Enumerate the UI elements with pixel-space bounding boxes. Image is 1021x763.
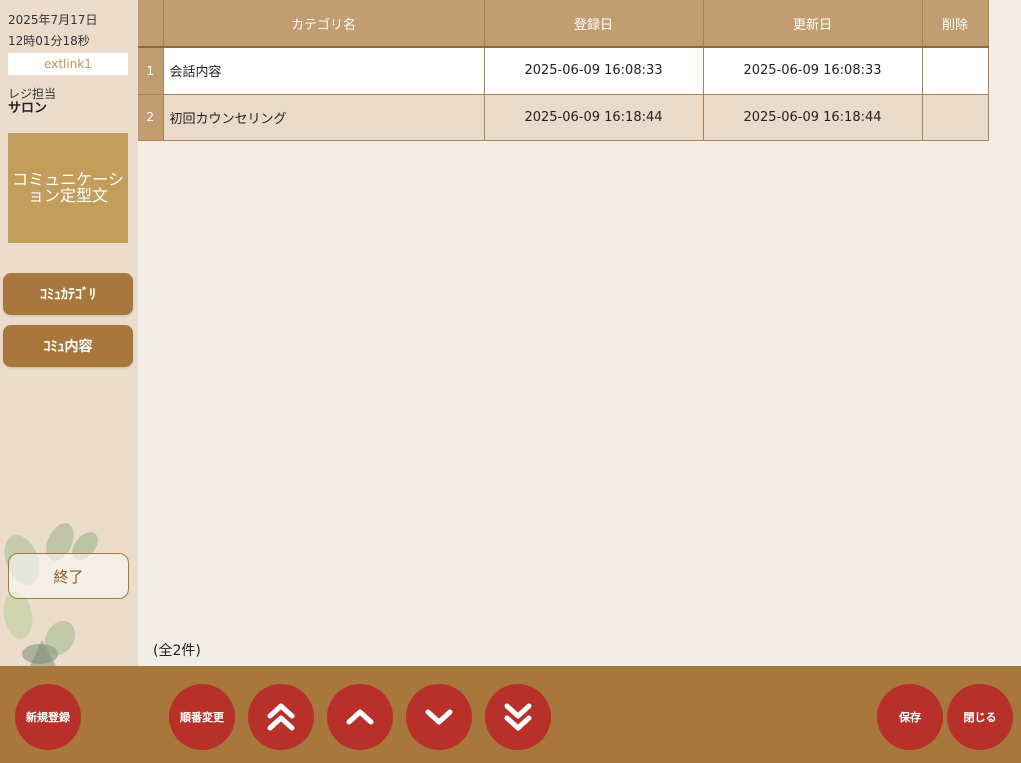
- current-date: 2025年7月17日: [8, 13, 98, 27]
- column-header-category-name[interactable]: カテゴリ名: [163, 0, 485, 48]
- double-chevron-down-icon: [504, 703, 532, 731]
- section-title-tile: コミュニケーション定型文: [8, 133, 128, 243]
- updated-date-cell: 2025-06-09 16:18:44: [703, 94, 923, 141]
- move-down-button[interactable]: [406, 684, 472, 750]
- double-chevron-up-icon: [267, 703, 295, 731]
- chevron-down-icon: [425, 709, 453, 725]
- current-time: 12時01分18秒: [8, 34, 90, 48]
- move-bottom-button[interactable]: [485, 684, 551, 750]
- move-up-button[interactable]: [327, 684, 393, 750]
- save-button[interactable]: 保存: [877, 684, 943, 750]
- row-number: 2: [138, 94, 164, 141]
- category-table: カテゴリ名 登録日 更新日 削除 1 会話内容 2025-06-09 16:08…: [138, 0, 989, 141]
- user-badge: extlink1: [8, 53, 128, 75]
- bottom-toolbar: 新規登録 順番変更 保存 閉じる: [0, 666, 1021, 763]
- category-name-cell[interactable]: 初回カウンセリング: [163, 94, 485, 141]
- row-number: 1: [138, 47, 164, 95]
- nav-communication-category-button[interactable]: ｺﾐｭｶﾃｺﾞﾘ: [3, 273, 133, 315]
- exit-button[interactable]: 終了: [8, 553, 129, 599]
- column-header-created[interactable]: 登録日: [484, 0, 704, 48]
- updated-date-cell: 2025-06-09 16:08:33: [703, 47, 923, 95]
- column-header-number: [138, 0, 164, 48]
- sidebar: 2025年7月17日 12時01分18秒 extlink1 レジ担当 サロン コ…: [0, 0, 138, 666]
- record-count: (全2件): [153, 643, 201, 659]
- new-register-button[interactable]: 新規登録: [15, 684, 81, 750]
- table-row[interactable]: 1 会話内容 2025-06-09 16:08:33 2025-06-09 16…: [138, 47, 989, 95]
- delete-cell[interactable]: [922, 94, 989, 141]
- column-header-updated[interactable]: 更新日: [703, 0, 923, 48]
- column-header-delete: 削除: [922, 0, 989, 48]
- category-name-cell[interactable]: 会話内容: [163, 47, 485, 95]
- created-date-cell: 2025-06-09 16:18:44: [484, 94, 704, 141]
- close-button[interactable]: 閉じる: [947, 684, 1013, 750]
- created-date-cell: 2025-06-09 16:08:33: [484, 47, 704, 95]
- nav-communication-content-button[interactable]: ｺﾐｭ内容: [3, 325, 133, 367]
- reorder-button[interactable]: 順番変更: [169, 684, 235, 750]
- move-top-button[interactable]: [248, 684, 314, 750]
- staff-name: サロン: [8, 101, 48, 116]
- chevron-up-icon: [346, 709, 374, 725]
- table-header-row: カテゴリ名 登録日 更新日 削除: [138, 0, 989, 48]
- table-row[interactable]: 2 初回カウンセリング 2025-06-09 16:18:44 2025-06-…: [138, 94, 989, 141]
- delete-cell[interactable]: [922, 47, 989, 95]
